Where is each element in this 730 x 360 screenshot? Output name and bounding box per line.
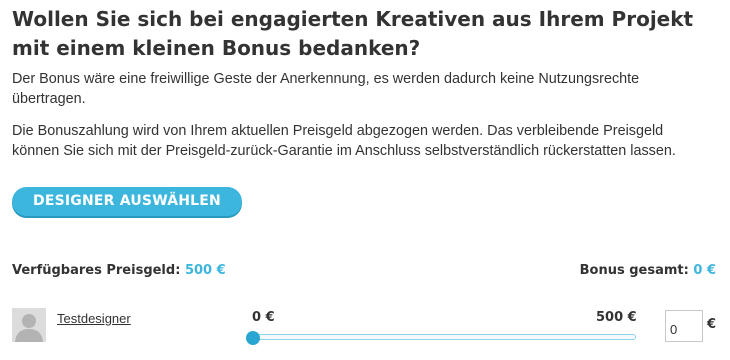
bonus-total-label: Bonus gesamt: bbox=[579, 263, 689, 278]
bonus-amount-input[interactable] bbox=[665, 310, 703, 342]
select-designer-button[interactable]: DESIGNER AUSWÄHLEN bbox=[12, 187, 242, 216]
available-prize-label: Verfügbares Preisgeld: bbox=[12, 263, 181, 278]
user-silhouette-icon bbox=[12, 308, 46, 342]
bonus-total: Bonus gesamt: 0 € bbox=[580, 263, 716, 278]
avatar bbox=[12, 308, 46, 342]
currency-label: € bbox=[707, 317, 717, 332]
available-prize-value: 500 € bbox=[184, 263, 226, 278]
slider-max-label: 500 € bbox=[596, 310, 637, 325]
bonus-deduction-text: Die Bonuszahlung wird von Ihrem aktuelle… bbox=[12, 123, 676, 159]
available-prize-money: Verfügbares Preisgeld: 500 € bbox=[12, 263, 226, 278]
bonus-slider-handle[interactable] bbox=[246, 331, 260, 345]
bonus-slider-track[interactable] bbox=[250, 334, 636, 340]
designer-name-link[interactable]: Testdesigner bbox=[57, 311, 131, 326]
slider-min-label: 0 € bbox=[252, 310, 275, 325]
page-title: Wollen Sie sich bei engagierten Kreative… bbox=[12, 7, 694, 60]
bonus-total-value: 0 € bbox=[693, 263, 716, 278]
bonus-info-text: Der Bonus wäre eine freiwillige Geste de… bbox=[12, 71, 640, 107]
